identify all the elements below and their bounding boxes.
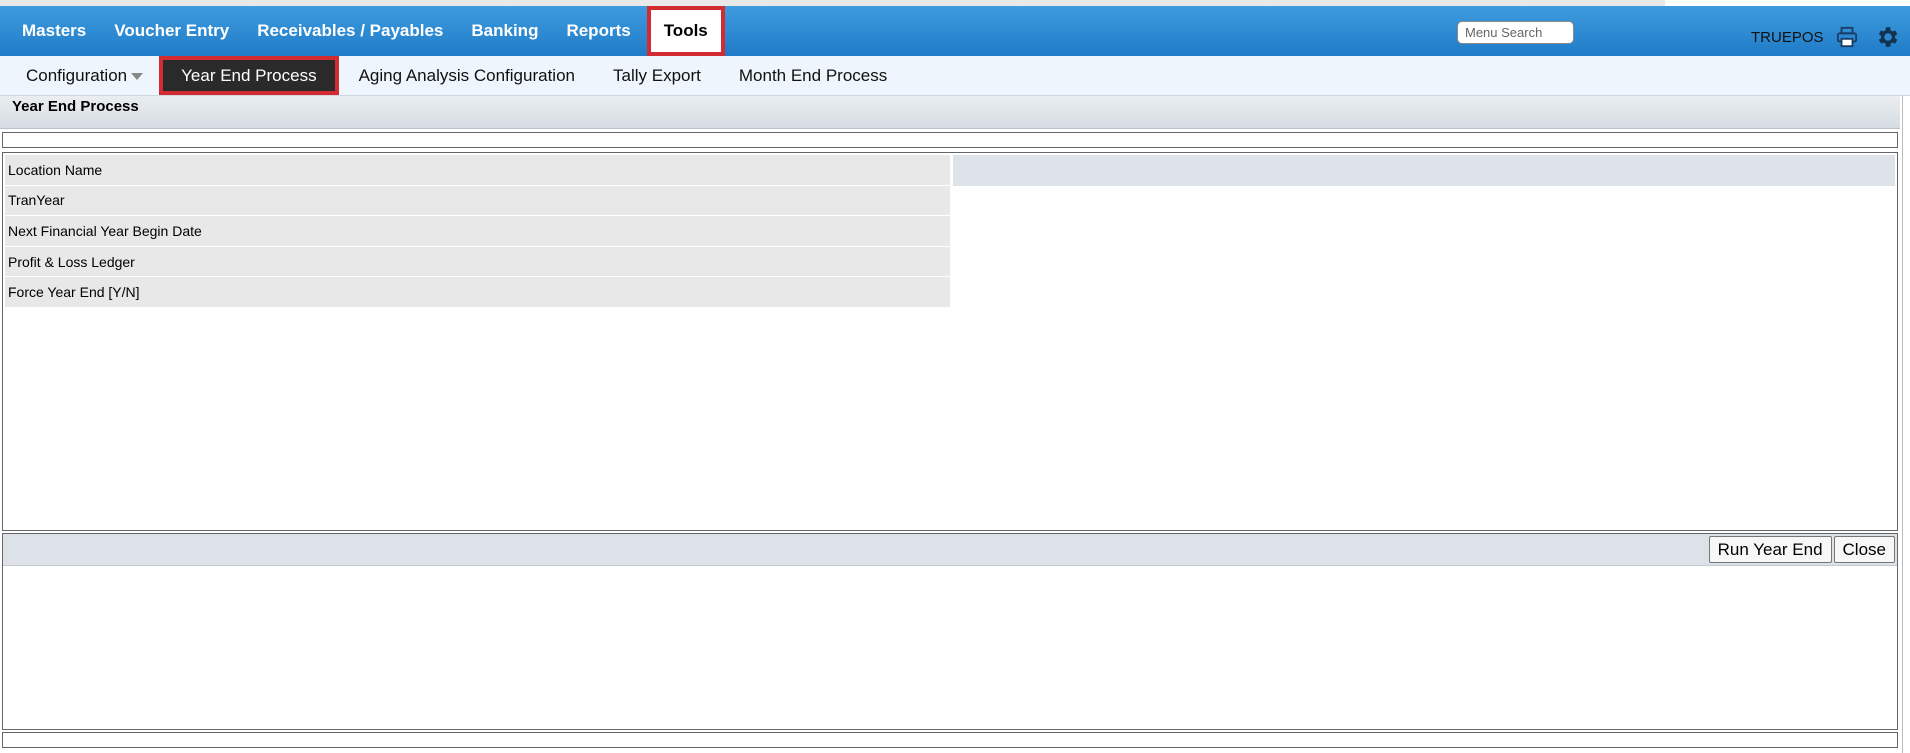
profit-loss-ledger-label: Profit & Loss Ledger bbox=[5, 246, 950, 278]
menu-receivables-payables[interactable]: Receivables / Payables bbox=[243, 6, 457, 56]
menu-masters[interactable]: Masters bbox=[8, 6, 100, 56]
message-area bbox=[2, 132, 1898, 148]
subnav-tally-export[interactable]: Tally Export bbox=[594, 56, 720, 95]
subnav-configuration-label: Configuration bbox=[26, 65, 128, 85]
tran-year-field[interactable] bbox=[953, 185, 1895, 217]
top-navigation-bar: Masters Voucher Entry Receivables / Paya… bbox=[0, 6, 1910, 56]
top-menu: Masters Voucher Entry Receivables / Paya… bbox=[0, 6, 725, 56]
gear-icon[interactable] bbox=[1874, 24, 1900, 50]
chevron-down-icon bbox=[131, 73, 144, 80]
form-row: Next Financial Year Begin Date bbox=[5, 216, 1895, 247]
action-area: Run Year End Close bbox=[2, 533, 1898, 730]
status-area bbox=[2, 732, 1898, 748]
form-row: Force Year End [Y/N] bbox=[5, 277, 1895, 308]
force-year-end-label: Force Year End [Y/N] bbox=[5, 277, 950, 308]
run-year-end-button[interactable]: Run Year End bbox=[1708, 536, 1832, 563]
form-row: Location Name bbox=[5, 155, 1895, 186]
subnav-configuration[interactable]: Configuration bbox=[0, 56, 159, 95]
scrollbar-divider bbox=[1902, 96, 1903, 753]
profit-loss-ledger-field[interactable] bbox=[953, 246, 1895, 278]
form-row: TranYear bbox=[5, 185, 1895, 217]
force-year-end-field[interactable] bbox=[953, 277, 1895, 308]
menu-reports[interactable]: Reports bbox=[552, 6, 644, 56]
user-label: TRUEPOS bbox=[1751, 29, 1824, 46]
subnav-year-end-process[interactable]: Year End Process bbox=[159, 56, 339, 95]
next-fy-begin-date-label: Next Financial Year Begin Date bbox=[5, 216, 950, 247]
menu-search-input[interactable] bbox=[1457, 21, 1574, 44]
print-icon[interactable] bbox=[1836, 26, 1858, 48]
location-name-label: Location Name bbox=[5, 155, 950, 186]
button-bar: Run Year End Close bbox=[3, 534, 1897, 566]
menu-banking[interactable]: Banking bbox=[457, 6, 552, 56]
form-row: Profit & Loss Ledger bbox=[5, 246, 1895, 278]
tran-year-label: TranYear bbox=[5, 185, 950, 217]
menu-voucher-entry[interactable]: Voucher Entry bbox=[100, 6, 243, 56]
subnav-month-end-process[interactable]: Month End Process bbox=[720, 56, 906, 95]
subnav-aging-analysis-configuration[interactable]: Aging Analysis Configuration bbox=[340, 56, 594, 95]
form-fields: Location Name TranYear Next Financial Ye… bbox=[5, 155, 1895, 308]
page-title: Year End Process bbox=[0, 96, 1900, 129]
location-name-field[interactable] bbox=[953, 155, 1895, 186]
sub-navigation-bar: Configuration Year End Process Aging Ana… bbox=[0, 56, 1910, 96]
next-fy-begin-date-field[interactable] bbox=[953, 216, 1895, 247]
close-button[interactable]: Close bbox=[1833, 536, 1895, 563]
year-end-form: Location Name TranYear Next Financial Ye… bbox=[2, 152, 1898, 531]
menu-tools[interactable]: Tools bbox=[646, 6, 725, 56]
